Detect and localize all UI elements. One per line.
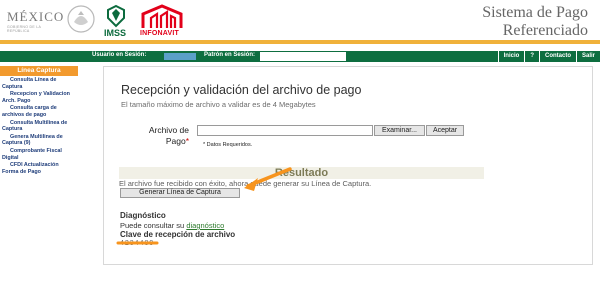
infonavit-logo-text: INFONAVIT	[140, 30, 180, 37]
diagnostic-link[interactable]: diagnóstico	[186, 221, 224, 230]
sidebar-item-label: Recepcion y Validacion	[10, 91, 70, 98]
receipt-key-value: 4234489	[120, 240, 155, 247]
imss-logo-text: IMSS	[104, 28, 127, 38]
diagnostic-text-prefix: Puede consultar su	[120, 221, 185, 230]
top-nav-links: Inicio ? Contacto Salir	[497, 51, 600, 62]
generate-capture-line-button[interactable]: Generar Línea de Captura	[120, 188, 240, 198]
sidebar-item-recepcion-validacion[interactable]: Recepcion y Validacion Arch. Pago	[0, 90, 78, 104]
header-divider	[0, 40, 600, 44]
imss-eagle-icon	[107, 4, 125, 28]
sidebar-item-comprobante-fiscal[interactable]: Comprobante Fiscal Digital	[0, 147, 78, 161]
file-label-line1: Archivo de	[148, 125, 189, 135]
sidebar-item-label: Consulta carga de	[10, 105, 57, 112]
sidebar-item-label: Digital	[2, 154, 19, 161]
sidebar-item-label: Arch. Pago	[2, 97, 31, 104]
system-title-line1: Sistema de Pago	[482, 4, 588, 21]
result-header: Resultado	[119, 167, 484, 179]
sidebar-item-consulta-carga[interactable]: Consulta carga de archivos de pago	[0, 104, 78, 118]
diagnostic-text: Puede consultar su diagnóstico	[120, 221, 224, 230]
page-subtitle: El tamaño máximo de archivo a validar es…	[121, 100, 316, 109]
sidebar-item-label: archivos de pago	[2, 111, 47, 118]
sidebar-item-label: Comprobante Fiscal	[10, 147, 62, 154]
user-session-label: Usuario en Sesión:	[92, 52, 147, 58]
file-label-line2: Pago	[165, 136, 186, 146]
infonavit-logo: INFONAVIT	[139, 4, 185, 40]
sidebar-item-label: Captura	[2, 83, 23, 90]
nav-link-contacto[interactable]: Contacto	[538, 51, 576, 62]
patron-session-label: Patrón en Sesión:	[204, 52, 256, 58]
receipt-key-title: Clave de recepción de archivo	[120, 230, 236, 239]
national-shield-icon	[67, 5, 95, 33]
sidebar-item-label: CFDI Actualización	[10, 162, 59, 169]
imss-logo: IMSS	[103, 4, 129, 40]
patron-session-field[interactable]	[260, 52, 346, 61]
sidebar: Línea Captura Consulta Línea de Captura R…	[0, 66, 78, 175]
main-panel: Recepción y validación del archivo de pa…	[103, 66, 593, 265]
accept-button[interactable]: Aceptar	[426, 125, 464, 136]
infonavit-house-icon	[141, 4, 183, 28]
mexico-logo-subtext: GOBIERNO DE LA REPÚBLICA	[7, 25, 41, 33]
file-field-label: Archivo de Pago*	[144, 125, 189, 147]
result-message: El archivo fue recibido con éxito, ahora…	[119, 179, 372, 188]
header: MÉXICO GOBIERNO DE LA REPÚBLICA IMSS INF…	[0, 0, 600, 45]
sidebar-item-label: Captura (9)	[2, 140, 31, 147]
system-title-line2: Referenciado	[502, 22, 588, 39]
nav-link-help[interactable]: ?	[524, 51, 539, 62]
browse-button[interactable]: Examinar...	[374, 125, 425, 136]
sidebar-item-label: Consulta Multilinea de	[10, 119, 68, 126]
session-bar: Usuario en Sesión: Patrón en Sesión: Ini…	[0, 51, 600, 62]
required-note: * Datos Requeridos.	[203, 142, 253, 148]
sidebar-item-label: Captura	[2, 126, 23, 133]
page-title: Recepción y validación del archivo de pa…	[121, 83, 362, 97]
file-path-input[interactable]	[197, 125, 373, 136]
sidebar-item-consulta-multilinea[interactable]: Consulta Multilinea de Captura	[0, 119, 78, 133]
nav-link-salir[interactable]: Salir	[575, 51, 600, 62]
sidebar-item-label: Genera Multilinea de	[10, 133, 63, 140]
nav-link-inicio[interactable]: Inicio	[497, 51, 525, 62]
sidebar-item-label: Consulta Línea de	[10, 77, 57, 83]
mexico-gov-logo: MÉXICO GOBIERNO DE LA REPÚBLICA	[3, 7, 65, 35]
diagnostic-title: Diagnóstico	[120, 211, 166, 220]
mexico-logo-text: MÉXICO	[7, 9, 65, 24]
result-title: Resultado	[274, 167, 329, 179]
sidebar-item-label: Forma de Pago	[2, 168, 41, 175]
sidebar-item-cfdi-actualizacion[interactable]: CFDI Actualización Forma de Pago	[0, 161, 78, 175]
user-session-value-redacted	[164, 53, 196, 60]
sidebar-item-genera-multilinea[interactable]: Genera Multilinea de Captura (9)	[0, 133, 78, 147]
required-asterisk: *	[185, 136, 189, 146]
sidebar-item-consulta-linea[interactable]: Consulta Línea de Captura	[0, 76, 78, 90]
system-title: Sistema de Pago Referenciado	[428, 4, 588, 40]
sidebar-title: Línea Captura	[0, 66, 78, 76]
